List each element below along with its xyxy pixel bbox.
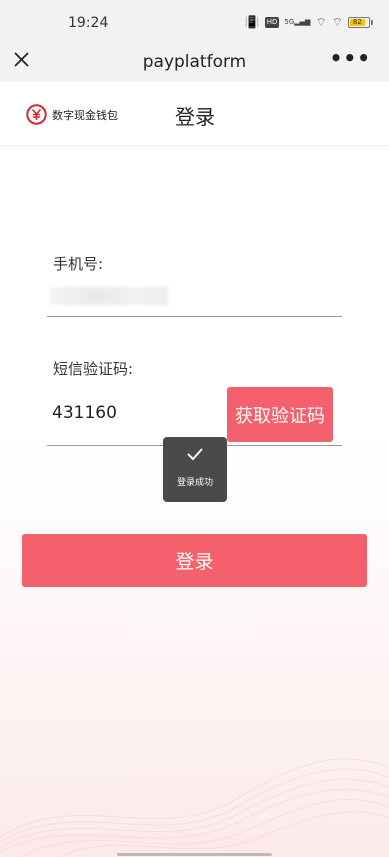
brand-name: 数字现金钱包	[52, 109, 118, 122]
phone-input-underline	[47, 316, 342, 317]
network-type: 5G	[284, 18, 295, 26]
toast-message: 登录成功	[176, 478, 213, 488]
vibrate-icon: 📳	[244, 15, 260, 29]
phone-label: 手机号:	[53, 255, 104, 273]
hd-badge: HD	[264, 16, 280, 28]
battery-icon: 82	[348, 16, 373, 28]
nav-bar: payplatform •••	[0, 44, 389, 82]
code-label: 短信验证码:	[53, 360, 134, 378]
status-icons: 📳 HD 5G▂▄▆ ⌔ ⌔ 82	[245, 16, 373, 28]
wifi-icon: ⌔	[331, 15, 343, 29]
digital-yuan-logo-icon	[26, 104, 47, 125]
get-code-button[interactable]: 获取验证码	[227, 387, 333, 442]
page-header: 数字现金钱包 登录	[0, 82, 389, 146]
wifi-call-icon: ⌔	[315, 15, 327, 29]
login-form: 手机号: 短信验证码: 431160 获取验证码 登录成功 登录	[0, 147, 389, 857]
page-title: 登录	[175, 105, 215, 129]
login-button[interactable]: 登录	[22, 534, 367, 587]
checkmark-icon	[187, 448, 203, 461]
code-input[interactable]: 431160	[52, 403, 117, 423]
battery-level: 82	[350, 18, 365, 26]
background-waves	[0, 758, 389, 857]
status-bar: 19:24 📳 HD 5G▂▄▆ ⌔ ⌔ 82	[0, 0, 389, 44]
status-time: 19:24	[68, 15, 109, 31]
phone-input-masked[interactable]	[50, 287, 168, 305]
home-indicator	[117, 853, 272, 856]
toast: 登录成功	[163, 437, 227, 502]
more-menu-icon[interactable]: •••	[330, 46, 371, 70]
cellular-signal-icon: 5G▂▄▆	[284, 18, 311, 26]
